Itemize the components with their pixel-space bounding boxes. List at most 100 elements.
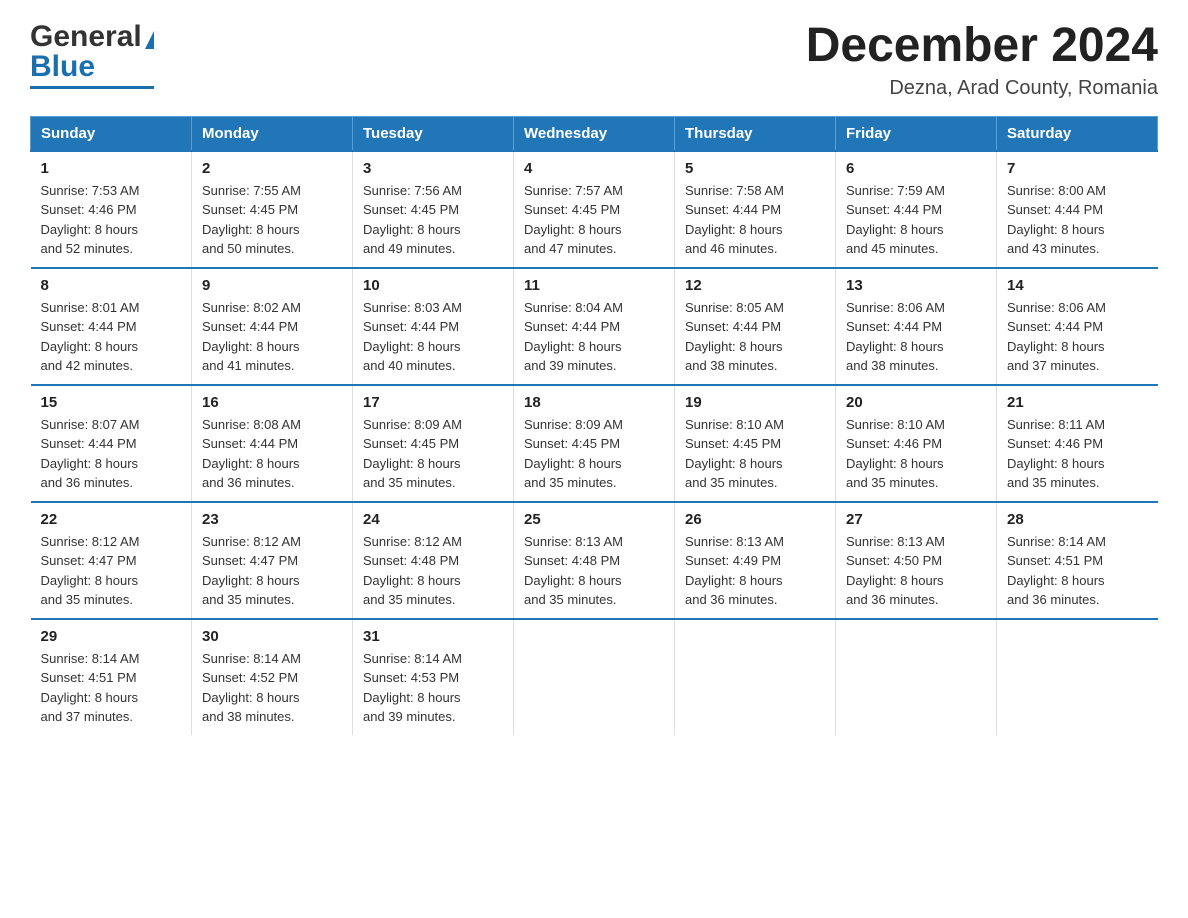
- day-number: 7: [1007, 160, 1148, 177]
- day-number: 1: [41, 160, 182, 177]
- day-info: Sunrise: 8:00 AMSunset: 4:44 PMDaylight:…: [1007, 183, 1106, 257]
- day-number: 10: [363, 277, 503, 294]
- day-number: 20: [846, 394, 986, 411]
- logo-blue-text: Blue: [30, 50, 95, 84]
- table-row: 3 Sunrise: 7:56 AMSunset: 4:45 PMDayligh…: [353, 151, 514, 268]
- day-info: Sunrise: 8:10 AMSunset: 4:46 PMDaylight:…: [846, 417, 945, 491]
- table-row: 15 Sunrise: 8:07 AMSunset: 4:44 PMDaylig…: [31, 385, 192, 502]
- day-number: 18: [524, 394, 664, 411]
- day-info: Sunrise: 8:13 AMSunset: 4:48 PMDaylight:…: [524, 534, 623, 608]
- day-number: 17: [363, 394, 503, 411]
- day-number: 28: [1007, 511, 1148, 528]
- day-number: 29: [41, 628, 182, 645]
- calendar-week-row: 15 Sunrise: 8:07 AMSunset: 4:44 PMDaylig…: [31, 385, 1158, 502]
- table-row: 11 Sunrise: 8:04 AMSunset: 4:44 PMDaylig…: [514, 268, 675, 385]
- logo: General Blue: [30, 20, 154, 89]
- day-number: 14: [1007, 277, 1148, 294]
- day-number: 4: [524, 160, 664, 177]
- day-info: Sunrise: 8:07 AMSunset: 4:44 PMDaylight:…: [41, 417, 140, 491]
- calendar-week-row: 22 Sunrise: 8:12 AMSunset: 4:47 PMDaylig…: [31, 502, 1158, 619]
- day-info: Sunrise: 7:58 AMSunset: 4:44 PMDaylight:…: [685, 183, 784, 257]
- table-row: 31 Sunrise: 8:14 AMSunset: 4:53 PMDaylig…: [353, 619, 514, 735]
- table-row: 24 Sunrise: 8:12 AMSunset: 4:48 PMDaylig…: [353, 502, 514, 619]
- day-number: 11: [524, 277, 664, 294]
- table-row: 5 Sunrise: 7:58 AMSunset: 4:44 PMDayligh…: [675, 151, 836, 268]
- table-row: 9 Sunrise: 8:02 AMSunset: 4:44 PMDayligh…: [192, 268, 353, 385]
- day-info: Sunrise: 8:03 AMSunset: 4:44 PMDaylight:…: [363, 300, 462, 374]
- day-number: 12: [685, 277, 825, 294]
- day-info: Sunrise: 7:55 AMSunset: 4:45 PMDaylight:…: [202, 183, 301, 257]
- day-number: 13: [846, 277, 986, 294]
- day-info: Sunrise: 8:14 AMSunset: 4:51 PMDaylight:…: [41, 651, 140, 725]
- header-thursday: Thursday: [675, 116, 836, 151]
- table-row: 1 Sunrise: 7:53 AMSunset: 4:46 PMDayligh…: [31, 151, 192, 268]
- day-info: Sunrise: 8:14 AMSunset: 4:53 PMDaylight:…: [363, 651, 462, 725]
- day-info: Sunrise: 8:14 AMSunset: 4:52 PMDaylight:…: [202, 651, 301, 725]
- day-number: 16: [202, 394, 342, 411]
- day-info: Sunrise: 8:09 AMSunset: 4:45 PMDaylight:…: [363, 417, 462, 491]
- table-row: 12 Sunrise: 8:05 AMSunset: 4:44 PMDaylig…: [675, 268, 836, 385]
- day-info: Sunrise: 8:13 AMSunset: 4:50 PMDaylight:…: [846, 534, 945, 608]
- day-info: Sunrise: 8:12 AMSunset: 4:48 PMDaylight:…: [363, 534, 462, 608]
- day-info: Sunrise: 8:11 AMSunset: 4:46 PMDaylight:…: [1007, 417, 1105, 491]
- day-info: Sunrise: 8:14 AMSunset: 4:51 PMDaylight:…: [1007, 534, 1106, 608]
- calendar-table: Sunday Monday Tuesday Wednesday Thursday…: [30, 116, 1158, 735]
- location-text: Dezna, Arad County, Romania: [806, 77, 1158, 100]
- table-row: 14 Sunrise: 8:06 AMSunset: 4:44 PMDaylig…: [997, 268, 1158, 385]
- day-info: Sunrise: 8:06 AMSunset: 4:44 PMDaylight:…: [1007, 300, 1106, 374]
- day-info: Sunrise: 8:10 AMSunset: 4:45 PMDaylight:…: [685, 417, 784, 491]
- day-info: Sunrise: 7:57 AMSunset: 4:45 PMDaylight:…: [524, 183, 623, 257]
- day-info: Sunrise: 8:04 AMSunset: 4:44 PMDaylight:…: [524, 300, 623, 374]
- day-info: Sunrise: 8:01 AMSunset: 4:44 PMDaylight:…: [41, 300, 140, 374]
- table-row: 26 Sunrise: 8:13 AMSunset: 4:49 PMDaylig…: [675, 502, 836, 619]
- day-info: Sunrise: 8:06 AMSunset: 4:44 PMDaylight:…: [846, 300, 945, 374]
- day-number: 8: [41, 277, 182, 294]
- header-saturday: Saturday: [997, 116, 1158, 151]
- table-row: 13 Sunrise: 8:06 AMSunset: 4:44 PMDaylig…: [836, 268, 997, 385]
- day-info: Sunrise: 8:12 AMSunset: 4:47 PMDaylight:…: [202, 534, 301, 608]
- header-friday: Friday: [836, 116, 997, 151]
- table-row: [997, 619, 1158, 735]
- logo-underline: [30, 86, 154, 89]
- table-row: 21 Sunrise: 8:11 AMSunset: 4:46 PMDaylig…: [997, 385, 1158, 502]
- table-row: 28 Sunrise: 8:14 AMSunset: 4:51 PMDaylig…: [997, 502, 1158, 619]
- table-row: 29 Sunrise: 8:14 AMSunset: 4:51 PMDaylig…: [31, 619, 192, 735]
- table-row: 27 Sunrise: 8:13 AMSunset: 4:50 PMDaylig…: [836, 502, 997, 619]
- day-number: 23: [202, 511, 342, 528]
- day-number: 25: [524, 511, 664, 528]
- day-info: Sunrise: 7:53 AMSunset: 4:46 PMDaylight:…: [41, 183, 140, 257]
- day-info: Sunrise: 8:12 AMSunset: 4:47 PMDaylight:…: [41, 534, 140, 608]
- page-header: General Blue December 2024 Dezna, Arad C…: [30, 20, 1158, 100]
- table-row: [836, 619, 997, 735]
- table-row: 6 Sunrise: 7:59 AMSunset: 4:44 PMDayligh…: [836, 151, 997, 268]
- day-headers-row: Sunday Monday Tuesday Wednesday Thursday…: [31, 116, 1158, 151]
- table-row: 8 Sunrise: 8:01 AMSunset: 4:44 PMDayligh…: [31, 268, 192, 385]
- table-row: [675, 619, 836, 735]
- table-row: 4 Sunrise: 7:57 AMSunset: 4:45 PMDayligh…: [514, 151, 675, 268]
- title-area: December 2024 Dezna, Arad County, Romani…: [806, 20, 1158, 100]
- day-info: Sunrise: 8:09 AMSunset: 4:45 PMDaylight:…: [524, 417, 623, 491]
- table-row: 23 Sunrise: 8:12 AMSunset: 4:47 PMDaylig…: [192, 502, 353, 619]
- day-number: 3: [363, 160, 503, 177]
- day-number: 27: [846, 511, 986, 528]
- day-info: Sunrise: 7:56 AMSunset: 4:45 PMDaylight:…: [363, 183, 462, 257]
- table-row: 22 Sunrise: 8:12 AMSunset: 4:47 PMDaylig…: [31, 502, 192, 619]
- calendar-week-row: 8 Sunrise: 8:01 AMSunset: 4:44 PMDayligh…: [31, 268, 1158, 385]
- day-number: 22: [41, 511, 182, 528]
- day-number: 6: [846, 160, 986, 177]
- header-monday: Monday: [192, 116, 353, 151]
- day-number: 21: [1007, 394, 1148, 411]
- table-row: 30 Sunrise: 8:14 AMSunset: 4:52 PMDaylig…: [192, 619, 353, 735]
- day-number: 9: [202, 277, 342, 294]
- day-info: Sunrise: 7:59 AMSunset: 4:44 PMDaylight:…: [846, 183, 945, 257]
- table-row: 16 Sunrise: 8:08 AMSunset: 4:44 PMDaylig…: [192, 385, 353, 502]
- day-number: 19: [685, 394, 825, 411]
- header-sunday: Sunday: [31, 116, 192, 151]
- month-title: December 2024: [806, 20, 1158, 73]
- table-row: 18 Sunrise: 8:09 AMSunset: 4:45 PMDaylig…: [514, 385, 675, 502]
- day-info: Sunrise: 8:13 AMSunset: 4:49 PMDaylight:…: [685, 534, 784, 608]
- table-row: 7 Sunrise: 8:00 AMSunset: 4:44 PMDayligh…: [997, 151, 1158, 268]
- header-wednesday: Wednesday: [514, 116, 675, 151]
- day-info: Sunrise: 8:08 AMSunset: 4:44 PMDaylight:…: [202, 417, 301, 491]
- header-tuesday: Tuesday: [353, 116, 514, 151]
